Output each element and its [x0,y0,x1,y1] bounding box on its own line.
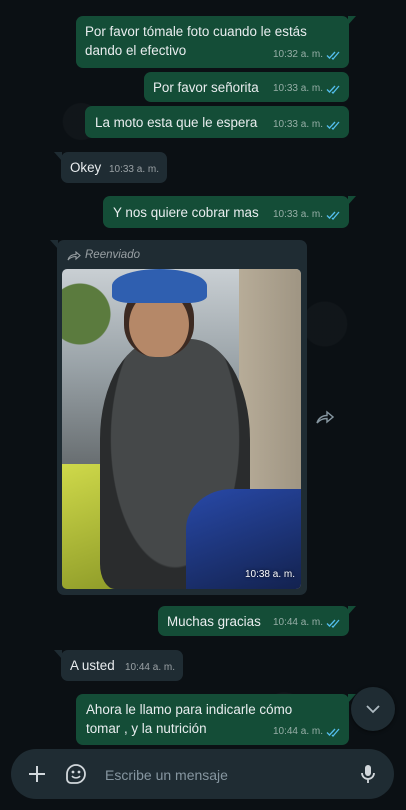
message-incoming[interactable]: Okey 10:33 a. m. [54,152,167,183]
plus-icon[interactable] [25,762,49,786]
message-incoming-forwarded-image[interactable]: Reenviado 10:38 a. m. [50,240,307,595]
forward-button[interactable] [311,403,339,431]
message-time: 10:33 a. m. [108,164,159,175]
double-check-icon [326,121,340,130]
double-check-icon [326,728,340,737]
chevron-down-icon [366,705,380,714]
message-input[interactable] [103,749,347,801]
message-time: 10:38 a. m. [244,569,295,580]
forward-icon [67,250,81,260]
message-outgoing[interactable]: Y nos quiere cobrar mas 10:33 a. m. [103,196,356,228]
message-text: La moto esta que le espera [95,115,258,130]
message-text: A usted [70,658,115,673]
message-time: 10:33 a. m. [272,83,323,94]
message-outgoing[interactable]: Por favor tómale foto cuando le estás da… [76,16,356,68]
double-check-icon [326,85,340,94]
message-time: 10:44 a. m. [272,617,323,628]
scroll-to-bottom-button[interactable] [351,687,395,731]
forward-icon [316,410,334,424]
forwarded-label: Reenviado [67,246,140,265]
message-time: 10:33 a. m. [272,119,323,130]
double-check-icon [326,211,340,220]
double-check-icon [326,619,340,628]
double-check-icon [326,51,340,60]
forwarded-photo[interactable]: 10:38 a. m. [62,269,301,589]
message-time: 10:44 a. m. [272,726,323,737]
message-time: 10:44 a. m. [124,662,175,673]
photo-helmet [112,269,207,303]
message-text: Okey [70,160,102,175]
message-outgoing[interactable]: Muchas gracias 10:44 a. m. [158,606,356,636]
message-text: Por favor señorita [153,80,259,95]
message-incoming[interactable]: A usted 10:44 a. m. [54,650,183,681]
message-outgoing[interactable]: Ahora le llamo para indicarle cómo tomar… [76,694,356,745]
sticker-icon[interactable] [63,761,89,787]
message-outgoing[interactable]: Por favor señorita 10:33 a. m. [144,72,349,102]
message-composer [11,749,394,801]
message-time: 10:32 a. m. [272,49,323,60]
message-time: 10:33 a. m. [272,209,323,220]
message-text: Y nos quiere cobrar mas [113,205,259,220]
mic-icon[interactable] [356,762,380,786]
message-text: Muchas gracias [167,614,261,629]
message-outgoing[interactable]: La moto esta que le espera 10:33 a. m. [85,106,349,138]
